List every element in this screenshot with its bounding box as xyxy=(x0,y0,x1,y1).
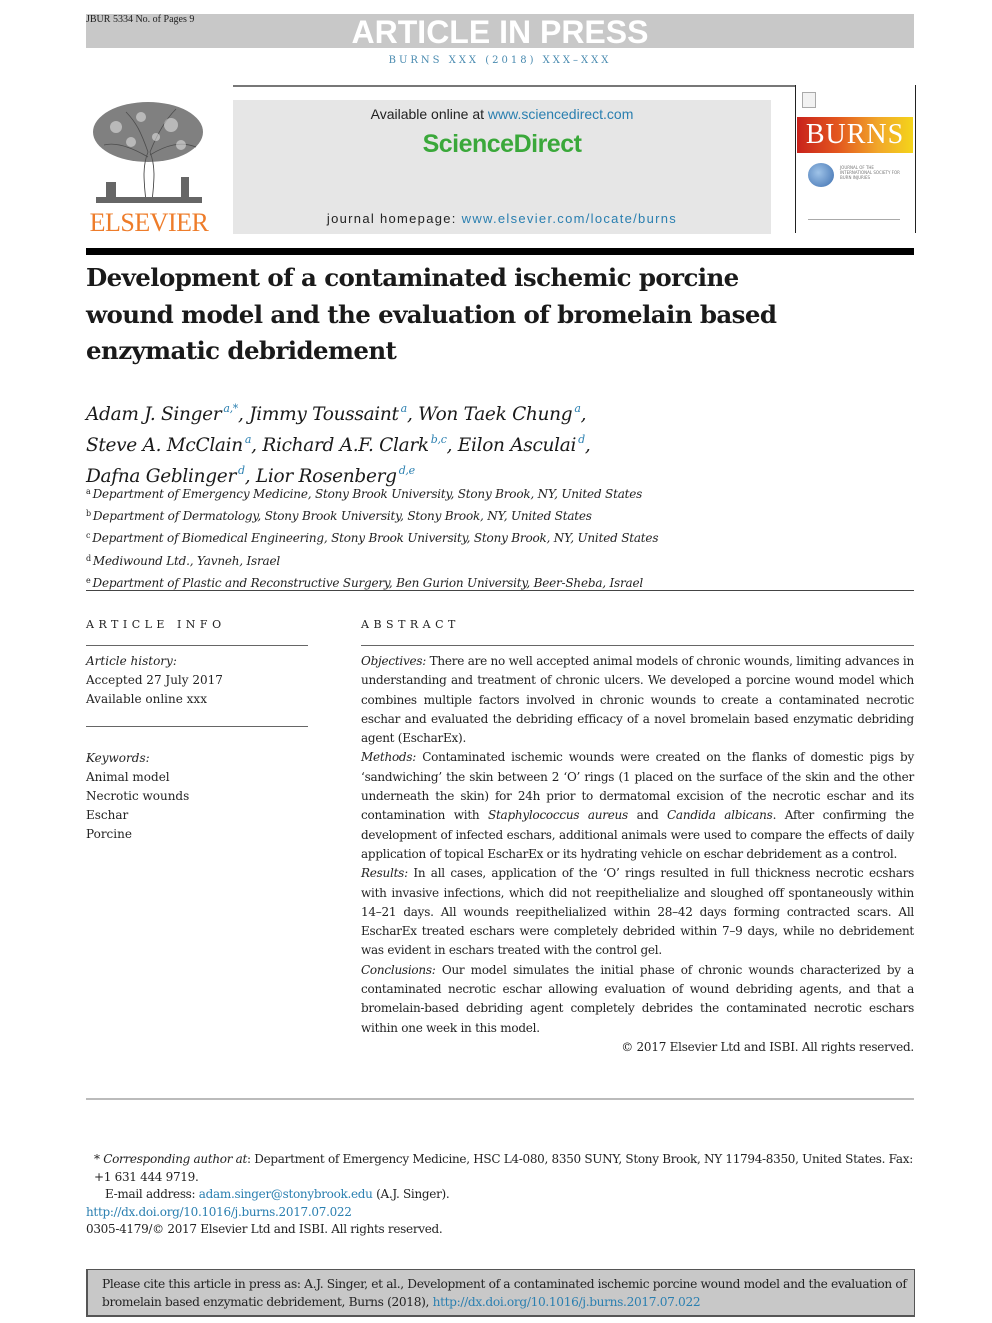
history-accepted: Accepted 27 July 2017 xyxy=(86,673,223,688)
article-title: Development of a contaminated ischemic p… xyxy=(86,263,777,365)
corresponding-author-note: * Corresponding author at: Department of… xyxy=(94,1152,913,1184)
isbi-logo-icon xyxy=(808,163,834,187)
author-email-link[interactable]: adam.singer@stonybrook.edu xyxy=(199,1187,373,1201)
journal-homepage-line: journal homepage: www.elsevier.com/locat… xyxy=(233,211,771,226)
author: Jimmy Toussaint a, xyxy=(249,402,419,425)
sciencedirect-link[interactable]: www.sciencedirect.com xyxy=(488,106,634,122)
abstract-objectives: Objectives: There are no well accepted a… xyxy=(361,654,914,746)
keyword: Eschar xyxy=(86,808,129,823)
affiliation: d Mediwound Ltd., Yavneh, Israel xyxy=(86,553,281,568)
affiliation-list: a Department of Emergency Medicine, Stony… xyxy=(86,482,706,593)
article-info-divider xyxy=(86,645,308,646)
author-affiliation-ref[interactable]: d xyxy=(578,433,585,446)
abstract-heading: ABSTRACT xyxy=(361,618,460,631)
affiliation: c Department of Biomedical Engineering, S… xyxy=(86,531,659,546)
author-affiliation-ref[interactable]: d xyxy=(238,464,245,477)
available-online-label: Available online at xyxy=(370,106,488,122)
cover-title: BURNS xyxy=(805,119,905,150)
keyword: Animal model xyxy=(86,769,170,784)
header-thick-rule xyxy=(86,248,914,255)
keywords-label: Keywords: xyxy=(86,750,150,765)
keyword: Porcine xyxy=(86,827,132,842)
author: Richard A.F. Clark b,c, xyxy=(262,433,458,456)
history-available-online: Available online xxx xyxy=(86,692,207,707)
article-history-label: Article history: xyxy=(86,654,177,668)
journal-citation-line: BURNS XXX (2018) XXX–XXX xyxy=(388,55,612,66)
author-list: Adam J. Singer a,*, Jimmy Toussaint a, Won… xyxy=(86,396,706,489)
journal-homepage-label: journal homepage: xyxy=(326,211,462,226)
abstract-divider xyxy=(361,645,914,646)
abstract-copyright: © 2017 Elsevier Ltd and ISBI. All rights… xyxy=(621,1039,914,1054)
abstract-conclusions: Conclusions: Our model simulates the ini… xyxy=(361,962,914,1035)
author-affiliation-ref[interactable]: d,e xyxy=(399,464,415,477)
cover-elsevier-icon xyxy=(802,92,816,108)
doi-link[interactable]: http://dx.doi.org/10.1016/j.burns.2017.0… xyxy=(86,1205,352,1219)
author: Adam J. Singer a,*, xyxy=(86,402,250,425)
elsevier-wordmark: ELSEVIER xyxy=(89,208,209,237)
footnote-divider xyxy=(86,1098,914,1100)
footnotes: * Corresponding author at: Department of… xyxy=(86,1151,914,1239)
abstract-methods: Methods: Contaminated ischemic wounds we… xyxy=(361,750,914,861)
email-note: E-mail address: adam.singer@stonybrook.e… xyxy=(105,1187,450,1201)
keyword: Necrotic wounds xyxy=(86,789,190,804)
abstract-body: Objectives: There are no well accepted a… xyxy=(361,652,914,1057)
author: Eilon Asculai d, xyxy=(457,433,591,456)
author-affiliation-ref[interactable]: b,c xyxy=(431,433,447,446)
cover-divider xyxy=(808,219,900,220)
citation-doi-link[interactable]: http://dx.doi.org/10.1016/j.burns.2017.0… xyxy=(433,1295,701,1309)
doi-line: http://dx.doi.org/10.1016/j.burns.2017.0… xyxy=(86,1204,914,1222)
author-affiliation-ref[interactable]: a,* xyxy=(223,402,238,415)
journal-homepage-link[interactable]: www.elsevier.com/locate/burns xyxy=(462,211,677,226)
cover-subtext: JOURNAL OF THE INTERNATIONAL SOCIETY FOR… xyxy=(840,165,900,180)
keywords-divider xyxy=(86,726,308,727)
affiliation: a Department of Emergency Medicine, Stony… xyxy=(86,487,643,501)
author: Steve A. McClain a, xyxy=(86,433,263,456)
article-info-heading: ARTICLE INFO xyxy=(86,618,226,631)
affiliation: b Department of Dermatology, Stony Brook … xyxy=(86,509,592,524)
author: Won Taek Chung a, xyxy=(418,402,587,425)
sciencedirect-logo: ScienceDirect xyxy=(422,130,582,158)
citation-text: Please cite this article in press as: A.… xyxy=(102,1277,907,1309)
abstract-results: Results: In all cases, application of th… xyxy=(361,866,914,958)
article-status: ARTICLE IN PRESS xyxy=(351,14,649,50)
section-divider xyxy=(86,590,914,591)
issn-line: 0305-4179/© 2017 Elsevier Ltd and ISBI. … xyxy=(86,1222,443,1236)
article-info: Article history: Accepted 27 July 2017 A… xyxy=(86,652,308,845)
available-online-line: Available online at www.sciencedirect.co… xyxy=(233,106,771,122)
